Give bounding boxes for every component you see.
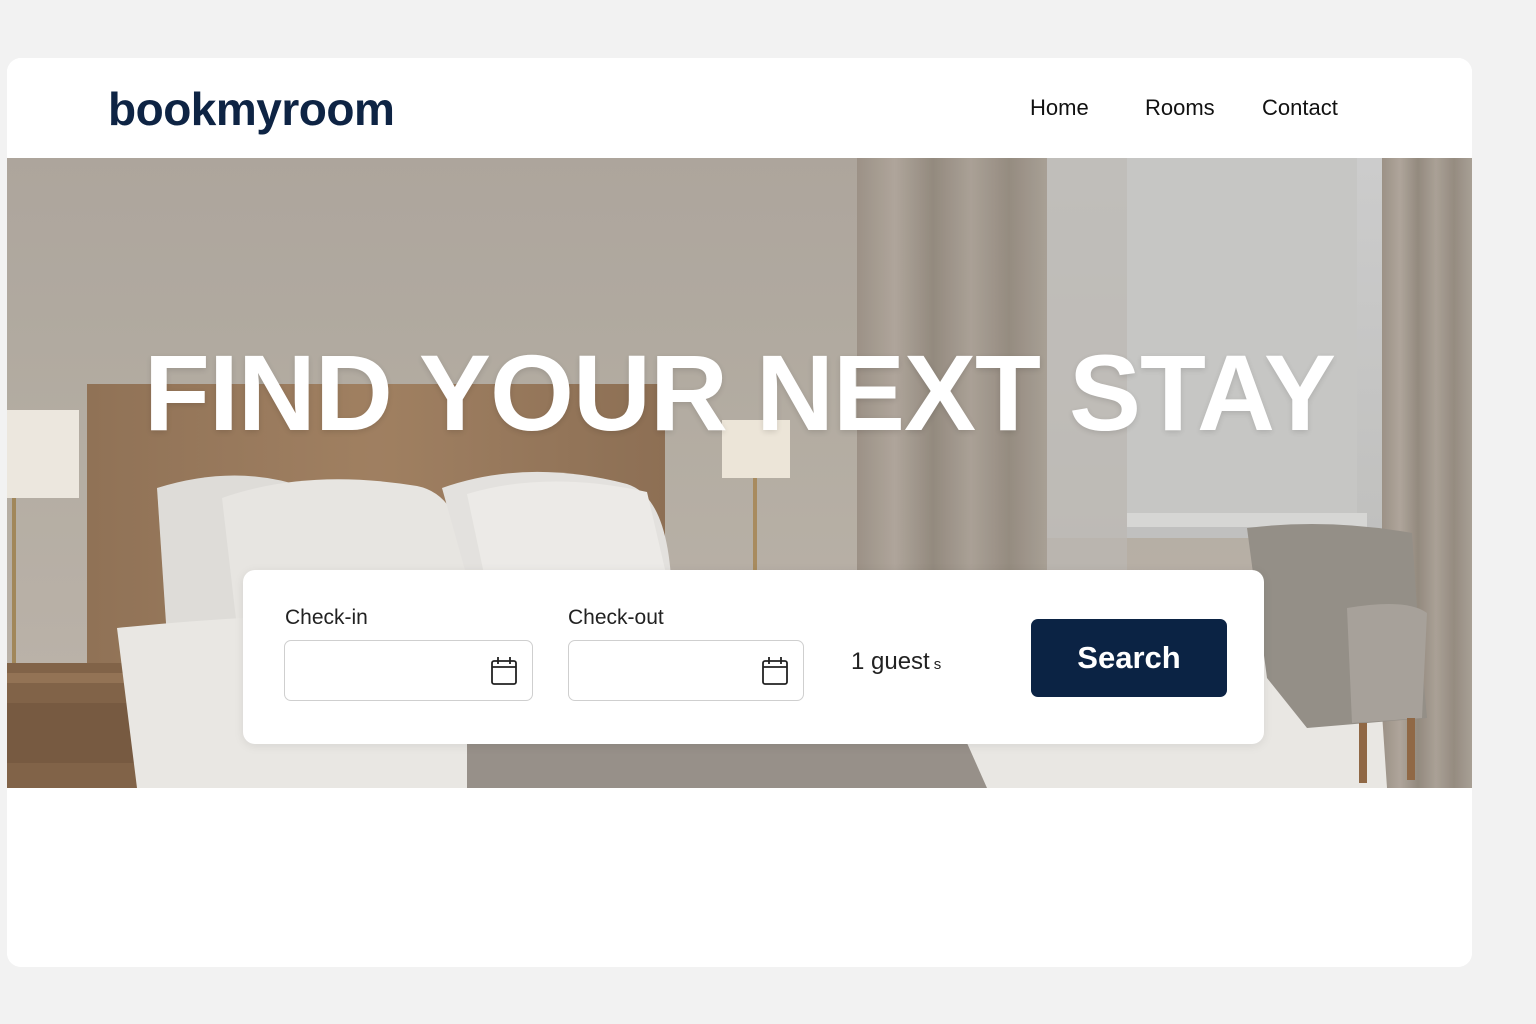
nav-link-home[interactable]: Home	[1030, 95, 1089, 121]
site-logo[interactable]: bookmyroom	[108, 82, 395, 136]
page-card: bookmyroom Home Rooms Contact FIND YOUR …	[7, 58, 1472, 967]
checkout-field[interactable]	[568, 640, 804, 701]
calendar-icon[interactable]	[761, 656, 789, 686]
checkin-label: Check-in	[285, 606, 368, 629]
guests-value: 1 guest	[851, 648, 930, 675]
checkout-label: Check-out	[568, 606, 664, 629]
guests-selector[interactable]: 1 guest s	[851, 648, 941, 676]
top-nav: bookmyroom Home Rooms Contact	[7, 58, 1472, 158]
checkin-input[interactable]	[297, 653, 457, 687]
nav-link-contact[interactable]: Contact	[1262, 95, 1338, 121]
booking-search-panel: Check-in Check-out 1 guest s Search	[243, 570, 1264, 744]
nav-link-rooms[interactable]: Rooms	[1145, 95, 1215, 121]
checkout-input[interactable]	[581, 653, 741, 687]
calendar-icon[interactable]	[490, 656, 518, 686]
guests-suffix: s	[933, 656, 942, 673]
content-area	[7, 788, 1472, 967]
hero-banner: FIND YOUR NEXT STAY Check-in Check-out 1…	[7, 158, 1472, 788]
checkin-field[interactable]	[284, 640, 533, 701]
hero-title: FIND YOUR NEXT STAY	[143, 332, 1336, 453]
search-button[interactable]: Search	[1031, 619, 1227, 697]
